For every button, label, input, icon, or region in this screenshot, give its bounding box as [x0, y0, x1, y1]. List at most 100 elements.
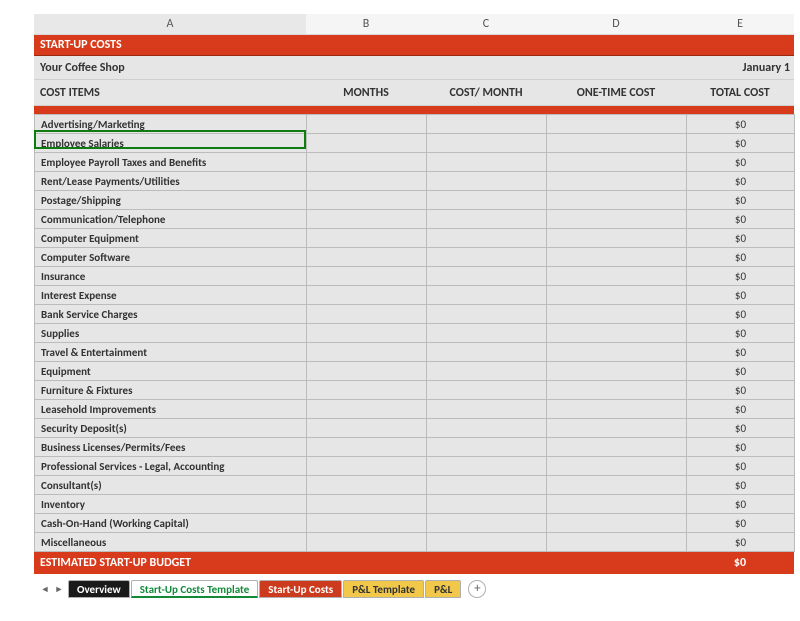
item-months[interactable]	[307, 343, 427, 362]
item-one-time[interactable]	[547, 172, 687, 191]
item-total[interactable]: $0	[687, 229, 795, 248]
item-cost-month[interactable]	[427, 381, 547, 400]
item-one-time[interactable]	[547, 457, 687, 476]
item-label[interactable]: Professional Services - Legal, Accountin…	[35, 457, 307, 476]
item-cost-month[interactable]	[427, 533, 547, 552]
item-months[interactable]	[307, 438, 427, 457]
item-label[interactable]: Bank Service Charges	[35, 305, 307, 324]
item-one-time[interactable]	[547, 400, 687, 419]
tab-overview[interactable]: Overview	[68, 580, 130, 598]
item-total[interactable]: $0	[687, 419, 795, 438]
item-label[interactable]: Furniture & Fixtures	[35, 381, 307, 400]
item-months[interactable]	[307, 115, 427, 134]
item-months[interactable]	[307, 172, 427, 191]
item-total[interactable]: $0	[687, 533, 795, 552]
item-cost-month[interactable]	[427, 514, 547, 533]
item-cost-month[interactable]	[427, 210, 547, 229]
company-name[interactable]: Your Coffee Shop	[40, 56, 125, 79]
item-total[interactable]: $0	[687, 172, 795, 191]
item-total[interactable]: $0	[687, 210, 795, 229]
item-label[interactable]: Consultant(s)	[35, 476, 307, 495]
item-cost-month[interactable]	[427, 362, 547, 381]
item-one-time[interactable]	[547, 267, 687, 286]
item-total[interactable]: $0	[687, 514, 795, 533]
item-label[interactable]: Equipment	[35, 362, 307, 381]
item-months[interactable]	[307, 476, 427, 495]
item-cost-month[interactable]	[427, 134, 547, 153]
item-label[interactable]: Postage/Shipping	[35, 191, 307, 210]
item-one-time[interactable]	[547, 191, 687, 210]
item-total[interactable]: $0	[687, 248, 795, 267]
item-cost-month[interactable]	[427, 305, 547, 324]
item-months[interactable]	[307, 305, 427, 324]
item-label[interactable]: Security Deposit(s)	[35, 419, 307, 438]
item-label[interactable]: Computer Equipment	[35, 229, 307, 248]
add-sheet-button[interactable]: +	[468, 580, 486, 598]
item-cost-month[interactable]	[427, 476, 547, 495]
item-total[interactable]: $0	[687, 115, 795, 134]
item-one-time[interactable]	[547, 248, 687, 267]
item-months[interactable]	[307, 514, 427, 533]
item-one-time[interactable]	[547, 324, 687, 343]
item-label[interactable]: Employee Salaries	[35, 134, 307, 153]
tab-pl[interactable]: P&L	[425, 580, 461, 598]
item-one-time[interactable]	[547, 495, 687, 514]
tab-nav-next-icon[interactable]: ►	[54, 581, 64, 597]
item-months[interactable]	[307, 248, 427, 267]
item-cost-month[interactable]	[427, 115, 547, 134]
item-total[interactable]: $0	[687, 305, 795, 324]
item-total[interactable]: $0	[687, 457, 795, 476]
item-months[interactable]	[307, 362, 427, 381]
item-label[interactable]: Cash-On-Hand (Working Capital)	[35, 514, 307, 533]
item-months[interactable]	[307, 210, 427, 229]
item-total[interactable]: $0	[687, 267, 795, 286]
item-months[interactable]	[307, 495, 427, 514]
item-cost-month[interactable]	[427, 286, 547, 305]
item-one-time[interactable]	[547, 514, 687, 533]
item-one-time[interactable]	[547, 343, 687, 362]
item-one-time[interactable]	[547, 115, 687, 134]
col-header-b[interactable]: B	[306, 14, 426, 35]
item-one-time[interactable]	[547, 229, 687, 248]
item-total[interactable]: $0	[687, 362, 795, 381]
col-header-d[interactable]: D	[546, 14, 686, 35]
item-cost-month[interactable]	[427, 495, 547, 514]
item-label[interactable]: Business Licenses/Permits/Fees	[35, 438, 307, 457]
item-months[interactable]	[307, 229, 427, 248]
item-one-time[interactable]	[547, 210, 687, 229]
item-label[interactable]: Communication/Telephone	[35, 210, 307, 229]
item-label[interactable]: Miscellaneous	[35, 533, 307, 552]
item-months[interactable]	[307, 419, 427, 438]
item-total[interactable]: $0	[687, 495, 795, 514]
item-total[interactable]: $0	[687, 286, 795, 305]
item-label[interactable]: Rent/Lease Payments/Utilities	[35, 172, 307, 191]
item-one-time[interactable]	[547, 476, 687, 495]
item-cost-month[interactable]	[427, 324, 547, 343]
item-cost-month[interactable]	[427, 438, 547, 457]
item-one-time[interactable]	[547, 134, 687, 153]
item-label[interactable]: Advertising/Marketing	[35, 115, 307, 134]
item-total[interactable]: $0	[687, 191, 795, 210]
item-one-time[interactable]	[547, 305, 687, 324]
item-one-time[interactable]	[547, 362, 687, 381]
tab-pl-template[interactable]: P&L Template	[343, 580, 424, 598]
tab-startup-costs-template[interactable]: Start-Up Costs Template	[131, 580, 259, 598]
tab-nav-prev-icon[interactable]: ◄	[40, 581, 50, 597]
item-total[interactable]: $0	[687, 400, 795, 419]
item-label[interactable]: Insurance	[35, 267, 307, 286]
item-months[interactable]	[307, 381, 427, 400]
item-months[interactable]	[307, 324, 427, 343]
item-one-time[interactable]	[547, 153, 687, 172]
item-total[interactable]: $0	[687, 476, 795, 495]
item-label[interactable]: Supplies	[35, 324, 307, 343]
tab-startup-costs[interactable]: Start-Up Costs	[259, 580, 342, 598]
item-months[interactable]	[307, 191, 427, 210]
item-cost-month[interactable]	[427, 343, 547, 362]
item-total[interactable]: $0	[687, 438, 795, 457]
item-label[interactable]: Computer Software	[35, 248, 307, 267]
item-label[interactable]: Interest Expense	[35, 286, 307, 305]
item-label[interactable]: Travel & Entertainment	[35, 343, 307, 362]
item-total[interactable]: $0	[687, 134, 795, 153]
col-header-c[interactable]: C	[426, 14, 546, 35]
company-date[interactable]: January 1	[743, 56, 795, 79]
